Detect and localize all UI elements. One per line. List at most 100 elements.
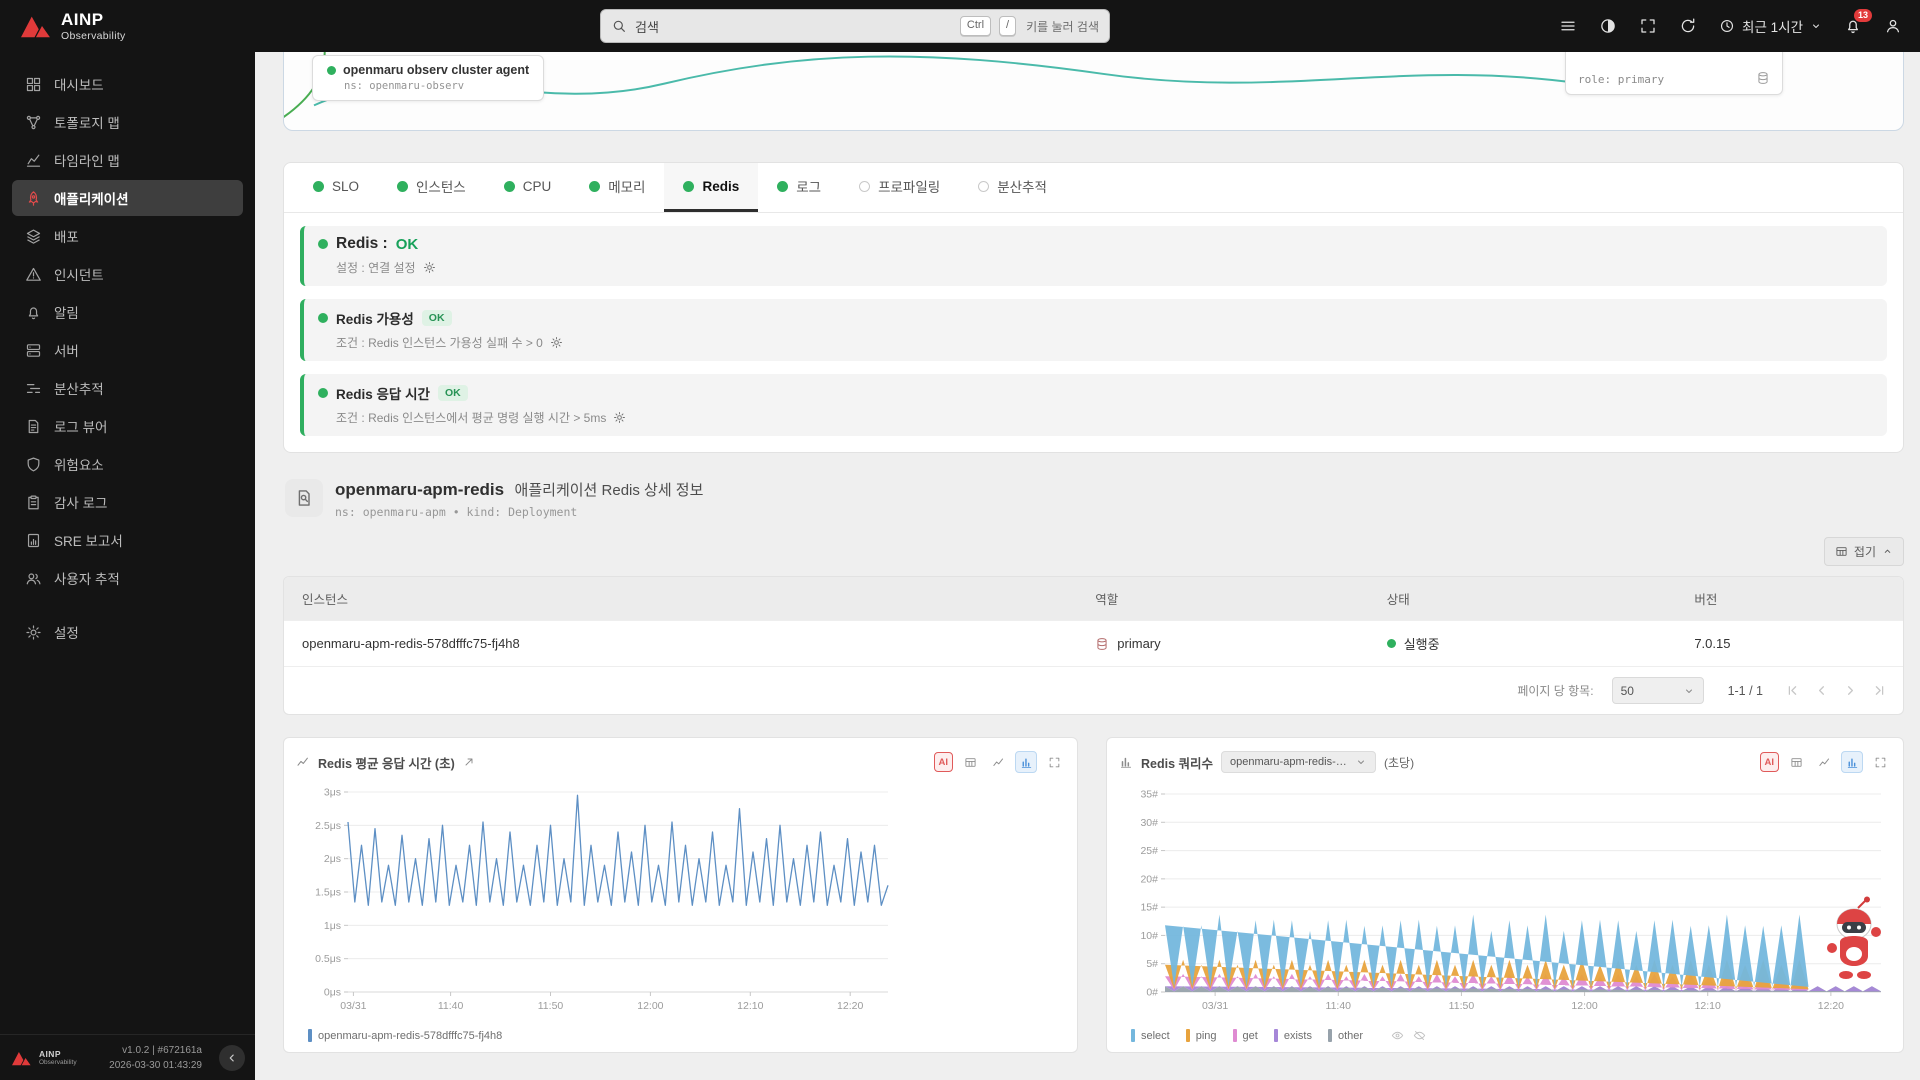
sidebar-item-settings[interactable]: 설정 <box>12 614 243 650</box>
legend-item[interactable]: openmaru-apm-redis-578dfffc75-fj4h8 <box>308 1029 502 1042</box>
caret-up-icon <box>1882 546 1893 557</box>
topology-node[interactable]: openmaru observ cluster agent ns: openma… <box>312 55 544 101</box>
sidebar-item-incident[interactable]: 인시던트 <box>12 256 243 292</box>
svg-text:1μs: 1μs <box>324 920 341 932</box>
sidebar-item-application[interactable]: 애플리케이션 <box>12 180 243 216</box>
ai-analysis-button[interactable]: AI <box>1760 752 1780 772</box>
table-pagination: 페이지 당 항목: 50 1-1 / 1 <box>284 666 1903 714</box>
tab-profiling[interactable]: 프로파일링 <box>840 163 959 212</box>
sidebar-collapse-button[interactable] <box>219 1045 245 1071</box>
expand-chart-button[interactable] <box>1869 751 1891 773</box>
svg-text:11:50: 11:50 <box>1449 1000 1475 1012</box>
next-page-button[interactable] <box>1843 683 1858 698</box>
user-menu-button[interactable] <box>1884 17 1902 35</box>
sidebar-item-label: 사용자 추적 <box>54 568 120 588</box>
tab-tracing[interactable]: 분산추적 <box>959 163 1066 212</box>
time-range-selector[interactable]: 최근 1시간 <box>1719 16 1822 36</box>
legend-item[interactable]: exists <box>1274 1029 1312 1042</box>
instance-select[interactable]: openmaru-apm-redis-57… <box>1221 751 1376 773</box>
assistant-mascot[interactable] <box>1818 896 1890 980</box>
query-count-chart[interactable]: 0#5#10#15#20#25#30#35#03/3111:4011:5012:… <box>1119 780 1891 1027</box>
expand-chart-button[interactable] <box>1043 751 1065 773</box>
brand[interactable]: AINP Observability <box>18 11 126 42</box>
detail-section-header: openmaru-apm-redis 애플리케이션 Redis 상세 정보 ns… <box>285 479 1902 519</box>
sidebar-item-log-viewer[interactable]: 로그 뷰어 <box>12 408 243 444</box>
last-page-button[interactable] <box>1872 683 1887 698</box>
line-mode-button[interactable] <box>987 751 1009 773</box>
eye-off-icon[interactable] <box>1413 1029 1426 1042</box>
collapse-label: 접기 <box>1854 543 1876 560</box>
status-title: Redis 응답 시간 <box>336 383 430 403</box>
gear-icon[interactable] <box>613 411 626 424</box>
collapse-table-button[interactable]: 접기 <box>1824 537 1904 566</box>
line-mode-button[interactable] <box>1813 751 1835 773</box>
legend-item[interactable]: ping <box>1186 1029 1217 1042</box>
tab-logs[interactable]: 로그 <box>758 163 840 212</box>
sidebar-item-alerts[interactable]: 알림 <box>12 294 243 330</box>
status-title: Redis : <box>336 235 388 253</box>
sidebar-item-sre-report[interactable]: SRE 보고서 <box>12 522 243 558</box>
legend-label: exists <box>1284 1030 1312 1042</box>
sidebar-item-server[interactable]: 서버 <box>12 332 243 368</box>
header-actions: 최근 1시간 13 <box>1559 16 1902 36</box>
status-value: OK <box>396 236 419 253</box>
sidebar-item-timeline[interactable]: 타임라인 맵 <box>12 142 243 178</box>
tab-instances[interactable]: 인스턴스 <box>378 163 485 212</box>
data-table-button[interactable] <box>959 751 981 773</box>
sidebar-item-tracing[interactable]: 분산추적 <box>12 370 243 406</box>
tab-redis[interactable]: Redis <box>664 163 758 212</box>
response-time-chart[interactable]: 0μs0.5μs1μs1.5μs2μs2.5μs3μs03/3111:4011:… <box>296 780 1065 1027</box>
cell-version: 7.0.15 <box>1676 621 1903 667</box>
bar-chart-icon <box>1846 756 1859 769</box>
status-card-availability: Redis 가용성 OK 조건 : Redis 인스턴스 가용성 실패 수 > … <box>300 299 1887 361</box>
gear-icon[interactable] <box>423 261 436 274</box>
audit-icon <box>25 494 42 511</box>
sidebar-item-deploy[interactable]: 배포 <box>12 218 243 254</box>
sidebar-item-dashboard[interactable]: 대시보드 <box>12 66 243 102</box>
sidebar-item-user-tracking[interactable]: 사용자 추적 <box>12 560 243 596</box>
status-detail: 조건 : Redis 인스턴스에서 평균 명령 실행 시간 > 5ms <box>336 409 606 426</box>
bar-mode-button[interactable] <box>1841 751 1863 773</box>
sidebar-item-risk[interactable]: 위험요소 <box>12 446 243 482</box>
tab-memory[interactable]: 메모리 <box>570 163 664 212</box>
first-page-button[interactable] <box>1785 683 1800 698</box>
refresh-button[interactable] <box>1679 17 1697 35</box>
sidebar-item-audit-log[interactable]: 감사 로그 <box>12 484 243 520</box>
topology-role-box[interactable]: role: primary <box>1565 52 1783 95</box>
sidebar-nav: 대시보드토폴로지 맵타임라인 맵애플리케이션배포인시던트알림서버분산추적로그 뷰… <box>0 52 255 1034</box>
legend-item[interactable]: select <box>1131 1029 1170 1042</box>
time-range-label: 최근 1시간 <box>1742 16 1803 36</box>
bar-mode-button[interactable] <box>1015 751 1037 773</box>
legend-item[interactable]: other <box>1328 1029 1363 1042</box>
expand-diagonal-icon[interactable] <box>463 756 475 768</box>
sidebar-item-topology[interactable]: 토폴로지 맵 <box>12 104 243 140</box>
section-meta: ns: openmaru-apm • kind: Deployment <box>335 505 703 519</box>
col-state: 상태 <box>1369 577 1677 621</box>
tab-slo[interactable]: SLO <box>294 163 378 212</box>
gear-icon[interactable] <box>550 336 563 349</box>
theme-toggle-button[interactable] <box>1599 17 1617 35</box>
eye-icon[interactable] <box>1391 1029 1404 1042</box>
tab-cpu[interactable]: CPU <box>485 163 571 212</box>
prev-page-button[interactable] <box>1814 683 1829 698</box>
search-input[interactable]: 검색 Ctrl / 키를 눌러 검색 <box>600 9 1110 43</box>
per-page-label: 페이지 당 항목: <box>1517 682 1593 699</box>
alarm-icon <box>25 304 42 321</box>
table-icon <box>1835 545 1848 558</box>
ai-analysis-button[interactable]: AI <box>934 752 954 772</box>
notifications-button[interactable]: 13 <box>1844 17 1862 35</box>
status-detail: 설정 : 연결 설정 <box>336 259 416 276</box>
legend-item[interactable]: get <box>1233 1029 1258 1042</box>
sidebar-item-label: 위험요소 <box>54 454 104 474</box>
menu-button[interactable] <box>1559 17 1577 35</box>
svg-text:2.5μs: 2.5μs <box>315 820 341 832</box>
table-row[interactable]: openmaru-apm-redis-578dfffc75-fj4h8 prim… <box>284 621 1903 667</box>
per-page-select[interactable]: 50 <box>1612 677 1704 704</box>
fullscreen-button[interactable] <box>1639 17 1657 35</box>
svg-text:11:40: 11:40 <box>1326 1000 1352 1012</box>
response-time-chart-card: Redis 평균 응답 시간 (초) AI 0μs0.5μs1μs1.5μs2μ… <box>283 737 1078 1053</box>
data-table-button[interactable] <box>1785 751 1807 773</box>
legend-chip <box>1131 1029 1135 1042</box>
table-header-row: 인스턴스 역할 상태 버전 <box>284 577 1903 621</box>
fullscreen-icon <box>1874 756 1887 769</box>
